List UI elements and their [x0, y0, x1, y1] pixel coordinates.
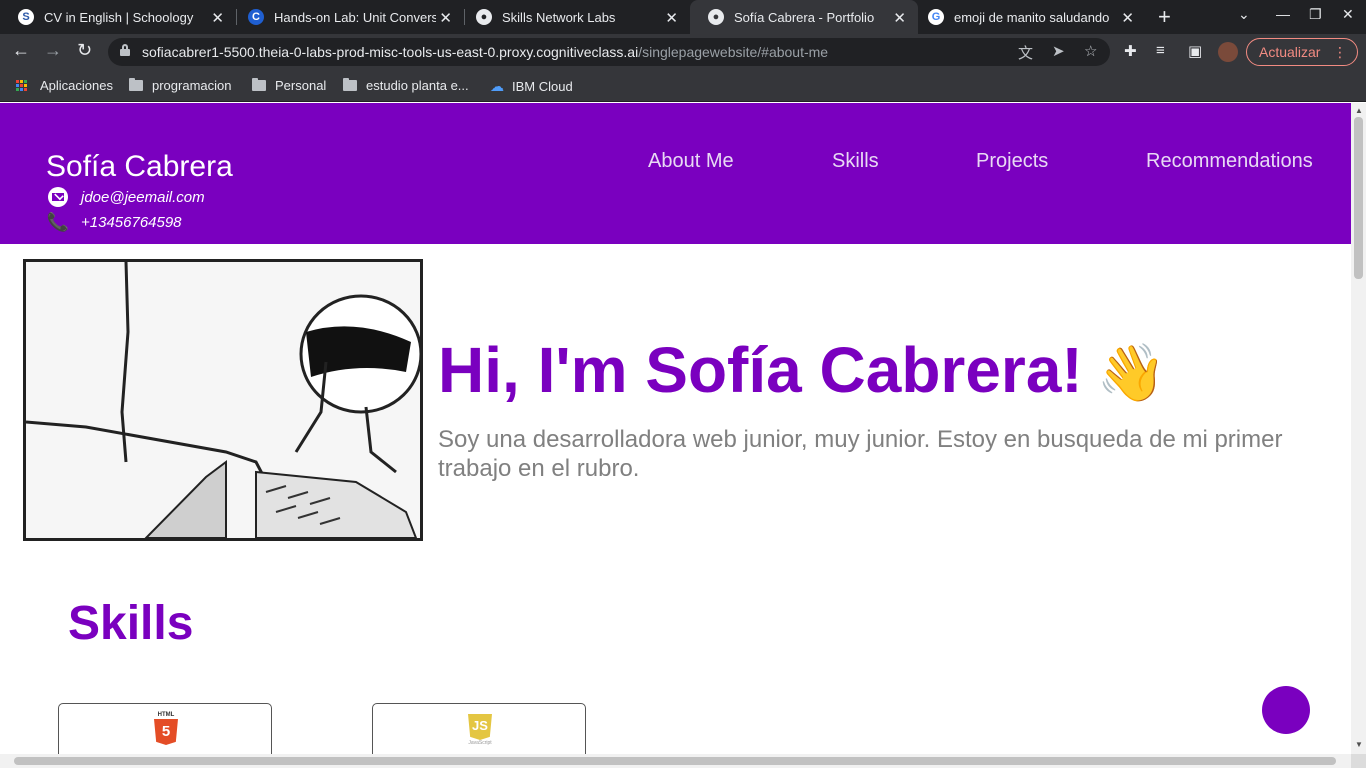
bookmark-label: Aplicaciones	[40, 78, 113, 93]
folder-icon	[129, 78, 143, 91]
back-icon[interactable]: ←	[12, 40, 30, 61]
scroll-down-arrow-icon[interactable]: ▼	[1355, 740, 1363, 749]
phone-icon: 📞	[46, 211, 70, 232]
nav-projects[interactable]: Projects	[976, 150, 1048, 173]
address-bar[interactable]: sofiacabrer1-5500.theia-0-labs-prod-misc…	[108, 38, 1110, 66]
scroll-top-button[interactable]	[1262, 686, 1310, 734]
window-close-icon[interactable]: ✕	[1342, 6, 1354, 23]
reload-icon[interactable]: ↻	[77, 40, 92, 61]
globe-icon: ●	[708, 9, 724, 25]
nav-about-me[interactable]: About Me	[648, 150, 734, 173]
hero-description: Soy una desarrolladora web junior, muy j…	[438, 426, 1283, 482]
email-text[interactable]: jdoe@jeemail.com	[81, 189, 205, 206]
update-label: Actualizar	[1259, 44, 1321, 60]
coursera-icon: C	[248, 9, 264, 25]
schoology-icon: S	[18, 9, 34, 25]
bookmark-ibm-cloud[interactable]: ☁ IBM Cloud	[490, 78, 573, 95]
site-header: Sofía Cabrera jdoe@jeemail.com 📞 +134567…	[0, 103, 1351, 244]
nav-skills[interactable]: Skills	[832, 150, 879, 173]
url-path: /singlepagewebsite/#about-me	[638, 44, 829, 60]
scrollbar-corner	[1351, 754, 1366, 768]
url-text[interactable]: sofiacabrer1-5500.theia-0-labs-prod-misc…	[142, 44, 828, 60]
javascript-icon: JS	[468, 714, 492, 740]
site-owner-name: Sofía Cabrera	[46, 150, 233, 183]
extensions-icon[interactable]: ✚	[1124, 42, 1137, 60]
bookmark-programacion[interactable]: programacion	[129, 78, 232, 93]
tab-search-chevron-icon[interactable]: ⌄	[1238, 6, 1250, 23]
tab-title: CV in English | Schoology	[44, 9, 194, 25]
tab-portfolio[interactable]: ● Sofía Cabrera - Portfolio ✕	[690, 0, 918, 34]
profile-image	[23, 259, 423, 541]
maximize-icon[interactable]: ❐	[1309, 6, 1322, 23]
tab-title: Hands-on Lab: Unit Convers	[274, 9, 436, 25]
bookmark-estudio[interactable]: estudio planta e...	[343, 78, 469, 93]
bookmark-label: Personal	[275, 78, 327, 93]
bookmark-label: estudio planta e...	[366, 78, 469, 93]
more-vert-icon[interactable]: ⋮	[1333, 39, 1347, 65]
translate-icon[interactable]: 文	[1018, 42, 1033, 63]
mail-icon	[48, 187, 68, 207]
tab-google-search[interactable]: G emoji de manito saludando ✕	[910, 0, 1146, 34]
horizontal-scroll-thumb[interactable]	[14, 757, 1336, 765]
js-logo-label: JavaScript	[468, 740, 492, 746]
tab-skills-network[interactable]: ● Skills Network Labs ✕	[458, 0, 690, 34]
page-viewport: Sofía Cabrera jdoe@jeemail.com 📞 +134567…	[0, 103, 1351, 754]
send-icon[interactable]: ➤	[1052, 42, 1065, 60]
skills-heading: Skills	[68, 597, 194, 650]
browser-toolbar: ← → ↻ sofiacabrer1-5500.theia-0-labs-pro…	[0, 34, 1366, 70]
tab-title: emoji de manito saludando	[954, 9, 1110, 25]
horizontal-scrollbar[interactable]	[0, 754, 1351, 768]
folder-icon	[252, 78, 266, 91]
contact-email: jdoe@jeemail.com	[48, 187, 205, 207]
close-icon[interactable]: ✕	[893, 9, 906, 27]
bookmarks-bar: Aplicaciones programacion Personal estud…	[0, 70, 1366, 102]
update-button[interactable]: Actualizar ⋮	[1246, 38, 1358, 66]
tab-title: Skills Network Labs	[502, 9, 616, 25]
nav-recommendations[interactable]: Recommendations	[1146, 150, 1313, 173]
new-tab-icon[interactable]: +	[1158, 4, 1171, 30]
tab-schoology[interactable]: S CV in English | Schoology ✕	[0, 0, 236, 34]
skill-card-javascript: JS JavaScript	[372, 703, 586, 754]
side-panel-icon[interactable]: ▣	[1188, 42, 1202, 60]
phone-text[interactable]: +13456764598	[81, 214, 182, 231]
vertical-scrollbar[interactable]: ▲ ▼	[1351, 103, 1366, 754]
google-icon: G	[928, 9, 944, 25]
apps-grid-icon	[16, 79, 28, 92]
skill-card-html: HTML 5	[58, 703, 272, 754]
bookmark-label: IBM Cloud	[512, 79, 573, 94]
minimize-icon[interactable]: —	[1276, 6, 1290, 22]
forward-icon[interactable]: →	[44, 40, 62, 61]
close-icon[interactable]: ✕	[665, 9, 678, 27]
meme-drawing	[26, 262, 420, 538]
html-logo-label: HTML	[157, 712, 175, 718]
star-icon[interactable]: ☆	[1084, 42, 1097, 60]
vertical-scroll-thumb[interactable]	[1354, 117, 1363, 279]
media-control-icon[interactable]: ≡	[1156, 42, 1165, 59]
tab-bar: S CV in English | Schoology ✕ C Hands-on…	[0, 0, 1366, 34]
waving-hand-icon: 👋	[1096, 341, 1167, 404]
tab-hands-on-lab[interactable]: C Hands-on Lab: Unit Convers ✕	[230, 0, 464, 34]
close-icon[interactable]: ✕	[1121, 9, 1134, 27]
tab-title: Sofía Cabrera - Portfolio	[734, 9, 875, 25]
scroll-up-arrow-icon[interactable]: ▲	[1355, 106, 1363, 115]
lock-icon	[120, 44, 130, 56]
bookmark-label: programacion	[152, 78, 232, 93]
close-icon[interactable]: ✕	[211, 9, 224, 27]
bookmark-apps[interactable]: Aplicaciones	[16, 78, 113, 93]
contact-phone: 📞 +13456764598	[46, 211, 182, 232]
cloud-icon: ☁	[490, 78, 504, 94]
folder-icon	[343, 78, 357, 91]
bookmark-personal[interactable]: Personal	[252, 78, 326, 93]
profile-avatar[interactable]	[1218, 42, 1238, 62]
hero-title: Hi, I'm Sofía Cabrera! 👋	[438, 333, 1166, 407]
html5-icon: HTML 5	[152, 712, 180, 746]
globe-icon: ●	[476, 9, 492, 25]
hero-title-text: Hi, I'm Sofía Cabrera!	[438, 334, 1083, 406]
url-host: sofiacabrer1-5500.theia-0-labs-prod-misc…	[142, 44, 639, 60]
close-icon[interactable]: ✕	[439, 9, 452, 27]
